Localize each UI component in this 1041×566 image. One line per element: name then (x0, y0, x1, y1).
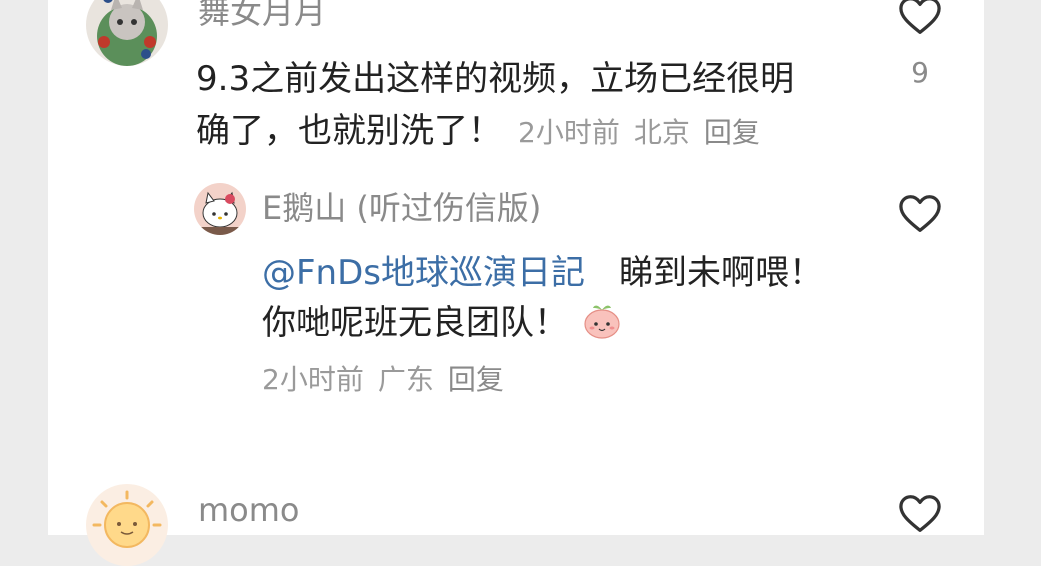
like-button[interactable] (898, 494, 942, 534)
reply-text-line-2: 你哋呢班无良团队！ (262, 298, 622, 348)
commenter-avatar[interactable] (86, 484, 168, 566)
reply-text-line-1: @FnDs地球巡演日記 睇到未啊喂！ (262, 248, 823, 298)
reply-avatar[interactable] (194, 183, 246, 235)
comment-text-content: 确了，也就别洗了！ (196, 111, 502, 151)
reply-time: 2小时前 (262, 363, 364, 396)
comment-text-line-2: 确了，也就别洗了！ 2小时前 北京 回复 (196, 106, 774, 158)
reply-text-content: 睇到未啊喂！ (619, 253, 823, 293)
comment-meta: 2小时前 北京 回复 (518, 116, 774, 149)
mention-link[interactable]: @FnDs地球巡演日記 (262, 253, 585, 293)
peach-face-emoji-icon (584, 305, 620, 339)
like-button[interactable] (898, 0, 942, 36)
reply-button[interactable]: 回复 (448, 363, 504, 396)
reply-meta: 2小时前 广东 回复 (262, 360, 518, 400)
reply-button[interactable]: 回复 (704, 116, 760, 149)
like-button[interactable] (898, 194, 942, 234)
comment-panel: 舞女月月 9.3之前发出这样的视频，立场已经很明 确了，也就别洗了！ 2小时前 北京… (48, 0, 984, 566)
heart-outline-icon (899, 0, 941, 34)
reply-location: 广东 (377, 363, 434, 396)
comment-username[interactable]: 舞女月月 (198, 0, 326, 32)
comment-text-line-1: 9.3之前发出这样的视频，立场已经很明 (196, 59, 795, 99)
sun-avatar-image (86, 484, 168, 566)
commenter-avatar[interactable] (86, 0, 168, 66)
heart-outline-icon (899, 195, 941, 232)
reply-username[interactable]: E鹅山 (听过伤信版) (262, 188, 541, 228)
heart-outline-icon (899, 495, 941, 532)
reply-text-content-2: 你哋呢班无良团队！ (262, 303, 568, 343)
hello-kitty-avatar-image (194, 183, 246, 235)
comment-time: 2小时前 (518, 116, 620, 149)
comment-username[interactable]: momo (198, 490, 300, 530)
cat-avatar-image (86, 0, 168, 66)
like-count: 9 (911, 56, 929, 89)
comment-location: 北京 (633, 116, 690, 149)
